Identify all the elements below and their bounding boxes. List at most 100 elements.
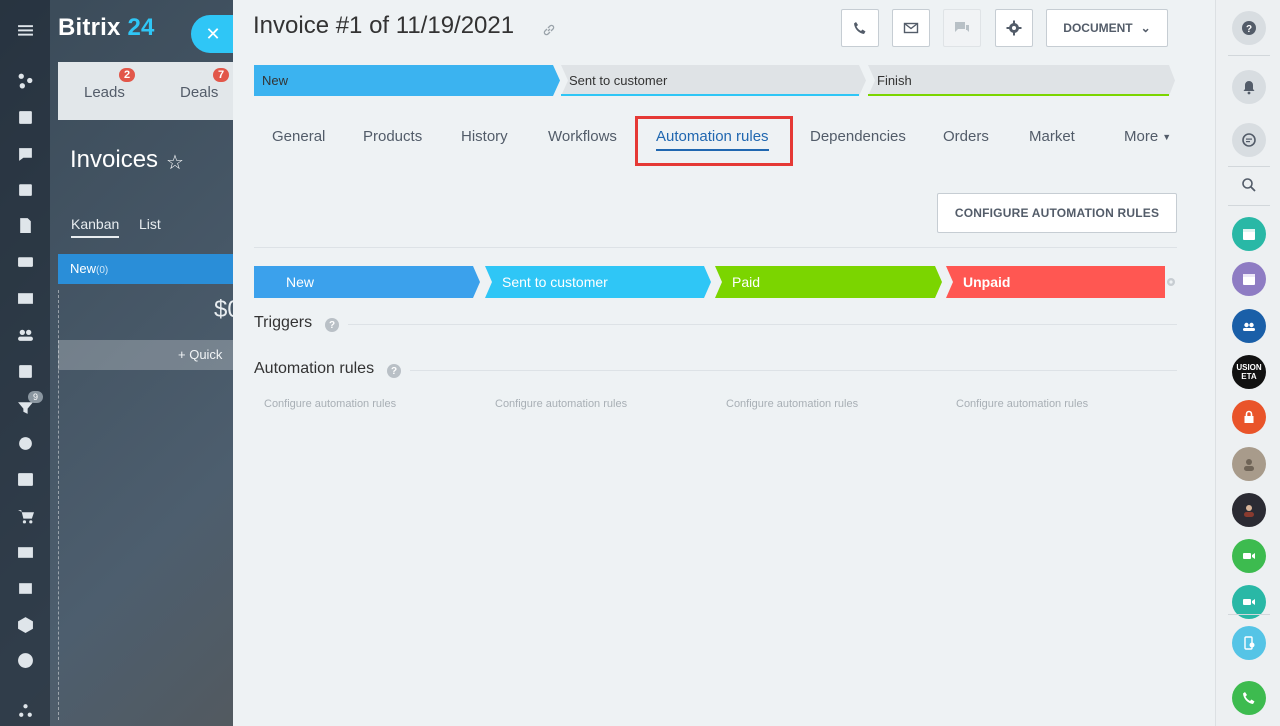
help-icon: ? bbox=[1242, 21, 1256, 35]
contact-card-icon[interactable] bbox=[15, 542, 35, 562]
gear-icon bbox=[1006, 20, 1022, 36]
lock-icon bbox=[1244, 410, 1254, 423]
search-icon bbox=[1242, 178, 1256, 192]
calendar-icon[interactable] bbox=[15, 179, 35, 199]
locked-chat-button[interactable] bbox=[1232, 400, 1266, 434]
leads-count-badge: 2 bbox=[119, 68, 136, 82]
structure-icon[interactable] bbox=[15, 700, 35, 720]
call-button[interactable] bbox=[1232, 681, 1266, 715]
configure-rules-link-paid[interactable]: Configure automation rules bbox=[726, 398, 858, 410]
cart-icon[interactable] bbox=[15, 506, 35, 526]
chat-button[interactable] bbox=[943, 9, 981, 47]
automation-rules-heading: Automation rules bbox=[254, 360, 375, 377]
kanban-column-new[interactable]: New(0) bbox=[58, 254, 234, 284]
screen: 9 Bitrix 24 ✕ Leads 2 Deals 7 Invoices ☆… bbox=[0, 0, 1280, 726]
stage-sent-label: Sent to customer bbox=[569, 73, 668, 88]
stream-icon[interactable] bbox=[15, 70, 35, 90]
stage-finish-shape[interactable] bbox=[868, 65, 1175, 96]
box-icon[interactable] bbox=[15, 614, 35, 634]
document-button[interactable]: DOCUMENT ⌄ bbox=[1046, 9, 1168, 47]
close-slider-button[interactable]: ✕ bbox=[191, 15, 233, 53]
mobile-app-button[interactable] bbox=[1232, 626, 1266, 660]
group-chat-button[interactable] bbox=[1232, 309, 1266, 343]
tab-products[interactable]: Products bbox=[363, 128, 422, 145]
messenger-button[interactable] bbox=[1232, 123, 1266, 157]
settings-button[interactable] bbox=[995, 9, 1033, 47]
document-icon[interactable] bbox=[15, 215, 35, 235]
tasks-icon[interactable] bbox=[15, 107, 35, 127]
stage-finish-underline bbox=[868, 94, 1169, 96]
help-icon[interactable]: ? bbox=[325, 318, 339, 332]
auto-stage-new-label: New bbox=[286, 274, 315, 290]
auto-stage-sent-label: Sent to customer bbox=[502, 274, 608, 290]
configure-rules-link-new[interactable]: Configure automation rules bbox=[264, 398, 396, 410]
quick-add-button[interactable]: + Quick bbox=[58, 340, 234, 370]
auto-stage-unpaid-label: Unpaid bbox=[963, 274, 1011, 290]
avatar[interactable] bbox=[1232, 493, 1266, 527]
chevron-down-icon: ⌄ bbox=[1140, 21, 1151, 35]
tab-workflows[interactable]: Workflows bbox=[548, 128, 617, 145]
chat-icon[interactable] bbox=[15, 144, 35, 164]
brand-logo[interactable]: Bitrix 24 bbox=[58, 14, 155, 42]
avatar[interactable] bbox=[1232, 447, 1266, 481]
video-call-button[interactable] bbox=[1232, 539, 1266, 573]
svg-text:?: ? bbox=[1246, 24, 1252, 35]
tab-orders[interactable]: Orders bbox=[943, 128, 989, 145]
highlight-box bbox=[635, 116, 793, 166]
drive-icon[interactable] bbox=[15, 251, 35, 271]
call-button[interactable] bbox=[841, 9, 879, 47]
calendar-chat-button[interactable] bbox=[1232, 217, 1266, 251]
tab-leads[interactable]: Leads bbox=[84, 84, 125, 101]
notifications-button[interactable] bbox=[1232, 70, 1266, 104]
avatar[interactable]: USION ETA bbox=[1232, 355, 1266, 389]
configure-rules-link-sent[interactable]: Configure automation rules bbox=[495, 398, 627, 410]
invoices-title: Invoices bbox=[70, 146, 159, 173]
configure-automation-rules-button[interactable]: CONFIGURE AUTOMATION RULES bbox=[937, 193, 1177, 233]
mail-icon bbox=[903, 22, 919, 34]
window-icon[interactable] bbox=[15, 469, 35, 489]
help-button[interactable]: ? bbox=[1232, 11, 1266, 45]
crm-tabstrip: Leads 2 Deals 7 bbox=[58, 62, 234, 120]
divider bbox=[1228, 614, 1270, 615]
search-button[interactable] bbox=[1232, 168, 1266, 202]
email-button[interactable] bbox=[892, 9, 930, 47]
target-icon[interactable] bbox=[15, 433, 35, 453]
phone-icon bbox=[854, 22, 866, 34]
phone-icon bbox=[1243, 692, 1255, 704]
divider bbox=[254, 247, 1177, 248]
tab-general[interactable]: General bbox=[272, 128, 325, 145]
stage-new-shape[interactable] bbox=[254, 65, 560, 96]
divider bbox=[1228, 166, 1270, 167]
star-icon[interactable]: ☆ bbox=[166, 150, 184, 175]
group-icon bbox=[1243, 322, 1255, 331]
sync-icon[interactable] bbox=[15, 578, 35, 598]
link-icon[interactable] bbox=[543, 24, 555, 36]
column-divider bbox=[58, 290, 59, 720]
video-camera-icon bbox=[1243, 599, 1255, 605]
help-icon[interactable]: ? bbox=[387, 364, 401, 378]
chevron-down-icon[interactable] bbox=[15, 650, 35, 670]
configure-rules-link-unpaid[interactable]: Configure automation rules bbox=[956, 398, 1088, 410]
mail-icon[interactable] bbox=[15, 288, 35, 308]
calendar-chat-button[interactable] bbox=[1232, 262, 1266, 296]
invoice-stage-bar bbox=[254, 65, 1175, 96]
view-list[interactable]: List bbox=[139, 216, 161, 232]
page-title: Invoice #1 of 11/19/2021 bbox=[253, 12, 515, 39]
tab-more[interactable]: More ▼ bbox=[1124, 128, 1171, 145]
chat-bubble-icon bbox=[1242, 133, 1256, 147]
tab-history[interactable]: History bbox=[461, 128, 508, 145]
chat-icon bbox=[955, 22, 969, 32]
right-rail: ? USION ETA bbox=[1215, 0, 1280, 726]
calendar-icon bbox=[1243, 229, 1255, 240]
tab-dependencies[interactable]: Dependencies bbox=[810, 128, 906, 145]
triggers-heading: Triggers bbox=[254, 314, 313, 331]
groups-icon[interactable] bbox=[15, 324, 35, 344]
tab-deals[interactable]: Deals bbox=[180, 84, 218, 101]
view-kanban[interactable]: Kanban bbox=[71, 216, 120, 238]
stage-settings-icon[interactable] bbox=[1165, 276, 1177, 288]
checkbox-icon[interactable] bbox=[15, 361, 35, 381]
divider bbox=[1228, 205, 1270, 206]
tab-market[interactable]: Market bbox=[1029, 128, 1075, 145]
deals-count-badge: 7 bbox=[213, 68, 230, 82]
menu-icon[interactable] bbox=[15, 20, 35, 40]
